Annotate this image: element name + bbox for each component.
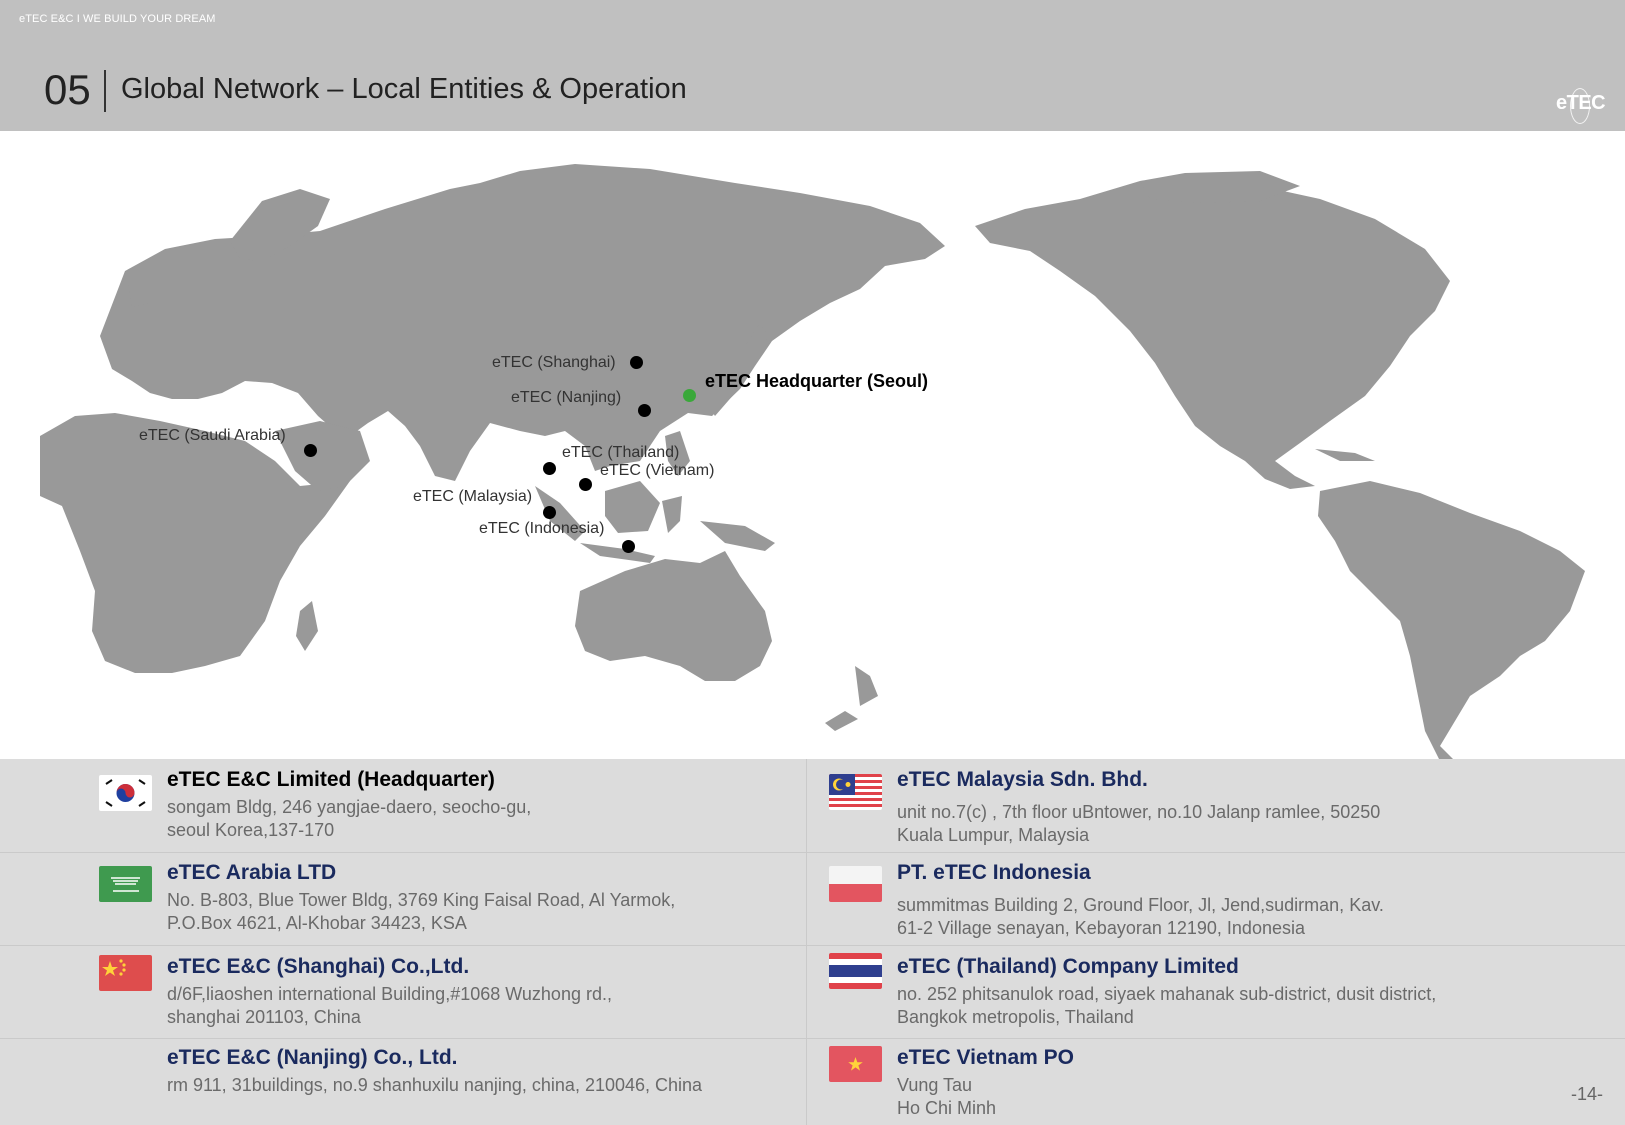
entity-name: eTEC E&C (Nanjing) Co., Ltd.	[167, 1046, 458, 1069]
entity-address-line: Ho Chi Minh	[897, 1098, 997, 1118]
australia-landmass	[575, 551, 772, 681]
saudi-flag-icon	[99, 866, 152, 902]
world-map: eTEC Headquarter (Seoul) eTEC (Shanghai)…	[0, 131, 1625, 761]
entity-shanghai: eTEC E&C (Shanghai) Co.,Ltd. d/6F,liaosh…	[167, 955, 612, 1029]
entity-malaysia: eTEC Malaysia Sdn. Bhd. unit no.7(c) , 7…	[897, 768, 1380, 847]
entity-address-line: rm 911, 31buildings, no.9 shanhuxilu nan…	[167, 1075, 703, 1095]
land-masses	[40, 164, 1585, 761]
entity-address-line: no. 252 phitsanulok road, siyaek mahanak…	[897, 984, 1437, 1004]
thailand-flag-icon	[829, 953, 882, 989]
page-title: Global Network – Local Entities & Operat…	[121, 73, 687, 105]
entity-nanjing: eTEC E&C (Nanjing) Co., Ltd. rm 911, 31b…	[167, 1046, 702, 1097]
madagascar-landmass	[296, 601, 318, 651]
marker-hq-seoul[interactable]	[683, 389, 696, 402]
entity-address-line: seoul Korea,137-170	[167, 820, 335, 840]
entity-hq: eTEC E&C Limited (Headquarter) songam Bl…	[167, 768, 531, 842]
indonesia-flag-icon	[829, 866, 882, 902]
entity-address-line: d/6F,liaoshen international Building,#10…	[167, 984, 612, 1004]
marker-vietnam[interactable]	[579, 478, 592, 491]
marker-label-shanghai: eTEC (Shanghai)	[492, 354, 616, 371]
entity-address-line: No. B-803, Blue Tower Bldg, 3769 King Fa…	[167, 890, 676, 910]
java-landmass	[580, 543, 655, 563]
row-divider	[0, 1038, 1625, 1039]
entity-address-line: summitmas Building 2, Ground Floor, Jl, …	[897, 895, 1384, 915]
new-zealand-landmass	[825, 666, 878, 731]
row-divider	[0, 945, 1625, 946]
south-america-landmass	[1318, 481, 1585, 761]
marker-label-indonesia: eTEC (Indonesia)	[479, 520, 605, 537]
entity-name: eTEC E&C Limited (Headquarter)	[167, 768, 495, 791]
etec-logo: eTEC	[1556, 92, 1606, 114]
entity-arabia: eTEC Arabia LTD No. B-803, Blue Tower Bl…	[167, 861, 675, 935]
entity-address-line: shanghai 201103, China	[167, 1007, 361, 1027]
entity-name: eTEC Vietnam PO	[897, 1046, 1075, 1069]
korea-flag-icon	[99, 775, 152, 811]
china-flag-icon	[99, 955, 152, 991]
entity-indonesia: PT. eTEC Indonesia summitmas Building 2,…	[897, 861, 1384, 940]
marker-shanghai[interactable]	[630, 356, 643, 369]
entity-address-line: P.O.Box 4621, Al-Khobar 34423, KSA	[167, 913, 467, 933]
marker-label-nanjing: eTEC (Nanjing)	[511, 389, 622, 406]
marker-malaysia[interactable]	[543, 506, 556, 519]
marker-label-hq: eTEC Headquarter (Seoul)	[705, 371, 929, 391]
north-america-landmass	[975, 179, 1450, 489]
entity-name: PT. eTEC Indonesia	[897, 861, 1091, 884]
marker-nanjing[interactable]	[638, 404, 651, 417]
marker-label-vietnam: eTEC (Vietnam)	[600, 462, 715, 479]
marker-saudi-arabia[interactable]	[304, 444, 317, 457]
marker-label-malaysia: eTEC (Malaysia)	[413, 488, 533, 505]
new-guinea-landmass	[700, 521, 775, 551]
marker-label-thailand: eTEC (Thailand)	[562, 444, 680, 461]
entities-panel: eTEC E&C Limited (Headquarter) songam Bl…	[0, 759, 1625, 1125]
entity-thailand: eTEC (Thailand) Company Limited no. 252 …	[897, 955, 1436, 1029]
entity-address-line: songam Bldg, 246 yangjae-daero, seocho-g…	[167, 797, 532, 817]
marker-thailand[interactable]	[543, 462, 556, 475]
caribbean-landmass	[1315, 449, 1375, 461]
marker-indonesia[interactable]	[622, 540, 635, 553]
header-bar: eTEC E&C I WE BUILD YOUR DREAM 05 Global…	[0, 0, 1625, 131]
page-number: -14-	[1571, 1084, 1604, 1104]
entity-address-line: 61-2 Village senayan, Kebayoran 12190, I…	[897, 918, 1305, 938]
column-divider	[806, 759, 807, 1125]
entity-address-line: Vung Tau	[897, 1075, 973, 1095]
sulawesi-landmass	[662, 496, 682, 533]
entity-vietnam: eTEC Vietnam PO Vung Tau Ho Chi Minh	[897, 1046, 1074, 1120]
entity-name: eTEC E&C (Shanghai) Co.,Ltd.	[167, 955, 470, 978]
entity-address-line: unit no.7(c) , 7th floor uBntower, no.10…	[897, 802, 1381, 822]
entity-name: eTEC (Thailand) Company Limited	[897, 955, 1239, 978]
borneo-landmass	[605, 481, 660, 533]
marker-label-saudi: eTEC (Saudi Arabia)	[139, 427, 286, 444]
entity-address-line: Kuala Lumpur, Malaysia	[897, 825, 1090, 845]
section-divider	[104, 70, 106, 112]
malaysia-flag-icon	[829, 774, 882, 810]
entity-address-line: Bangkok metropolis, Thailand	[897, 1007, 1134, 1027]
row-divider	[0, 852, 1625, 853]
section-number: 05	[44, 66, 91, 113]
entity-name: eTEC Malaysia Sdn. Bhd.	[897, 768, 1148, 791]
entity-name: eTEC Arabia LTD	[167, 861, 337, 884]
world-map-svg	[40, 164, 1585, 761]
vietnam-flag-icon	[829, 1046, 882, 1082]
tagline: eTEC E&C I WE BUILD YOUR DREAM	[19, 13, 216, 25]
